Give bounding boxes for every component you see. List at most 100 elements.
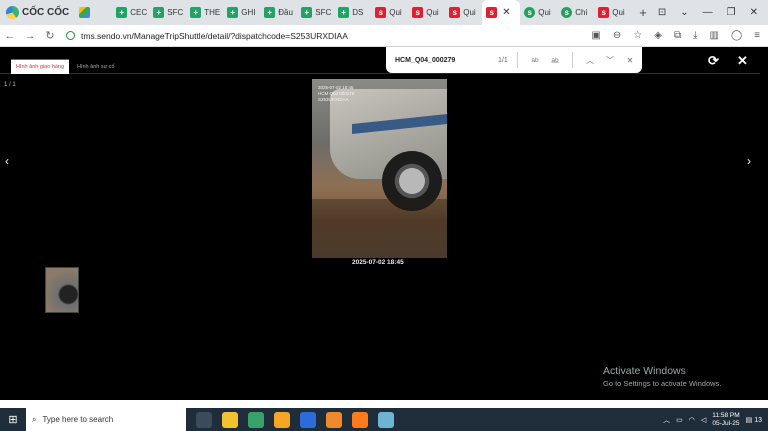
- tab-item[interactable]: s Qui: [520, 0, 557, 25]
- image-viewer: Hình ảnh giao hàng Hình ảnh sự cố ⟳ ✕ 1 …: [0, 47, 768, 404]
- tab-label: THE: [204, 8, 221, 17]
- clock-time: 11:58 PM: [712, 411, 740, 419]
- notification-icon[interactable]: ▤ 13: [746, 416, 762, 424]
- clock[interactable]: 11:58 PM 05-Jul-25: [712, 412, 739, 428]
- ground-shadow: [312, 199, 447, 258]
- download-icon[interactable]: ⤓: [693, 30, 697, 41]
- drive-icon: [79, 7, 91, 18]
- image-counter: 1 / 1: [4, 82, 16, 88]
- restore-icon[interactable]: ❐: [727, 7, 736, 18]
- find-close-icon[interactable]: ✕: [620, 56, 640, 65]
- reader-icon[interactable]: ▣: [591, 30, 600, 41]
- shield-icon[interactable]: ◈: [654, 30, 662, 41]
- tab-label: Qui: [538, 8, 551, 17]
- tab-label: Qui: [612, 8, 625, 17]
- sticky-notes-icon[interactable]: [274, 411, 290, 428]
- window-controls: ⊡ ⌄ — ❐ ✕: [658, 7, 768, 18]
- coccoc-taskbar-icon[interactable]: [248, 411, 264, 428]
- activate-subtitle: Go to Settings to activate Windows.: [603, 379, 722, 388]
- sheets-icon: +: [190, 7, 202, 18]
- divider: [572, 52, 573, 68]
- wifi-icon[interactable]: ◠: [689, 416, 695, 424]
- photo-stamp: 2025-07-02 18:45 HCM Q04 000279 S253URXD…: [318, 85, 354, 103]
- tab-label: Chi: [575, 8, 588, 17]
- whole-word-icon[interactable]: a̲b̲: [545, 57, 565, 64]
- activate-windows-watermark: Activate Windows Go to Settings to activ…: [603, 365, 721, 388]
- tab-item[interactable]: s Qui: [594, 0, 631, 25]
- close-window-icon[interactable]: ✕: [750, 7, 758, 18]
- find-bar: HCM_Q04_000279 1/1 ab a̲b̲ ︿ ﹀ ✕: [386, 47, 642, 73]
- chevron-down-icon[interactable]: ⌄: [680, 7, 688, 18]
- bookmark-star-icon[interactable]: ☆: [633, 30, 642, 41]
- search-icon: ⌕: [32, 414, 37, 424]
- menu-icon[interactable]: ≡: [754, 30, 760, 41]
- app-icon[interactable]: [352, 411, 368, 428]
- tab-incident-images[interactable]: Hình ảnh sự cố: [72, 59, 120, 74]
- match-case-icon[interactable]: ab: [525, 57, 545, 64]
- minimize-icon[interactable]: —: [703, 7, 713, 18]
- browser-brand[interactable]: CỐC CỐC: [0, 0, 75, 25]
- prev-arrow-icon[interactable]: ‹: [5, 154, 9, 168]
- next-arrow-icon[interactable]: ›: [747, 154, 751, 168]
- sendo-icon: s: [375, 7, 387, 18]
- tab-item[interactable]: s Qui: [445, 0, 482, 25]
- tab-item[interactable]: + Đầu: [260, 0, 297, 25]
- tab-label: SFC: [167, 8, 184, 17]
- back-icon[interactable]: ←: [0, 30, 20, 42]
- tab-label: Đầu: [278, 8, 293, 17]
- tab-item[interactable]: + GHI: [223, 0, 260, 25]
- profile-icon[interactable]: ◯: [731, 30, 742, 41]
- tab-label: Qui: [389, 8, 402, 17]
- new-tab-icon[interactable]: +: [631, 5, 655, 20]
- search-placeholder: Type here to search: [42, 415, 114, 424]
- rotate-icon[interactable]: ⟳: [708, 53, 719, 69]
- url-text: tms.sendo.vn/ManageTripShuttle/detail/?d…: [81, 30, 348, 41]
- address-bar: ← → ↻ tms.sendo.vn/ManageTripShuttle/det…: [0, 25, 768, 47]
- tab-item[interactable]: + CEC: [112, 0, 149, 25]
- volume-icon[interactable]: ◁: [701, 416, 706, 424]
- windows-start-icon[interactable]: ⊞: [0, 413, 26, 426]
- app-icon[interactable]: [326, 411, 342, 428]
- reload-page-icon[interactable]: ↻: [40, 29, 60, 42]
- find-next-icon[interactable]: ﹀: [600, 55, 620, 66]
- find-prev-icon[interactable]: ︿: [580, 55, 600, 66]
- app-icon[interactable]: [300, 411, 316, 428]
- battery-icon[interactable]: ▭: [676, 416, 683, 424]
- tab-drive[interactable]: [75, 0, 112, 25]
- system-tray: ︿ ▭ ◠ ◁ 11:58 PM 05-Jul-25 ▤ 13: [663, 412, 768, 428]
- photo-thumbnail[interactable]: [45, 267, 79, 313]
- taskbar-search[interactable]: ⌕ Type here to search: [26, 408, 186, 431]
- sendo-icon: s: [598, 7, 610, 18]
- tab-item[interactable]: + SFC: [297, 0, 334, 25]
- tab-item[interactable]: + SFC: [149, 0, 186, 25]
- app-icon[interactable]: [378, 411, 394, 428]
- file-explorer-icon[interactable]: [222, 411, 238, 428]
- photo-date: 2025-07-02 18:45: [352, 259, 404, 266]
- task-view-icon[interactable]: [196, 411, 212, 428]
- tab-delivery-images[interactable]: Hình ảnh giao hàng: [11, 59, 70, 74]
- toolbar-icons: ▣ ⊖ ☆ ◈ ⧉ ⤓ ▥ ◯ ≡: [591, 30, 768, 41]
- tab-active[interactable]: s ✕: [482, 0, 521, 25]
- page-bottom-strip: [0, 400, 768, 408]
- find-input[interactable]: HCM_Q04_000279: [395, 57, 498, 64]
- tab-item[interactable]: s Qui: [408, 0, 445, 25]
- coccoc-logo-icon: [6, 6, 19, 19]
- viewer-header: Hình ảnh giao hàng Hình ảnh sự cố ⟳ ✕: [0, 47, 760, 74]
- site-info-icon[interactable]: [66, 31, 75, 40]
- sidebar-icon[interactable]: ▥: [710, 30, 719, 41]
- close-tab-icon[interactable]: ✕: [502, 7, 510, 18]
- tab-search-icon[interactable]: ⊡: [658, 7, 666, 18]
- forward-icon[interactable]: →: [20, 30, 40, 42]
- url-field[interactable]: tms.sendo.vn/ManageTripShuttle/detail/?d…: [66, 27, 591, 45]
- extensions-icon[interactable]: ⧉: [674, 30, 681, 41]
- tab-item[interactable]: + DS: [334, 0, 371, 25]
- tray-chevron-icon[interactable]: ︿: [663, 415, 670, 425]
- zoom-icon[interactable]: ⊖: [613, 30, 621, 41]
- tab-item[interactable]: + THE: [186, 0, 223, 25]
- tab-item[interactable]: s Qui: [371, 0, 408, 25]
- clock-date: 05-Jul-25: [712, 419, 740, 427]
- close-icon[interactable]: ✕: [737, 53, 748, 69]
- brand-name: CỐC CỐC: [22, 7, 70, 18]
- tab-item[interactable]: s Chi: [557, 0, 594, 25]
- taskbar: ⊞ ⌕ Type here to search ︿ ▭ ◠ ◁ 11:58 PM…: [0, 408, 768, 431]
